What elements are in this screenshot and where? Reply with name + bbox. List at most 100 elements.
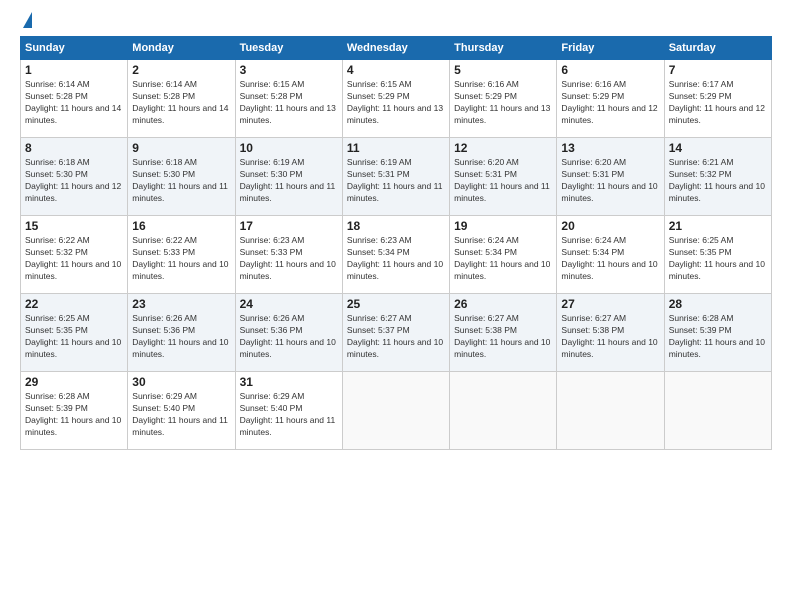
day-cell: 21 Sunrise: 6:25 AM Sunset: 5:35 PM Dayl… bbox=[664, 216, 771, 294]
day-cell: 6 Sunrise: 6:16 AM Sunset: 5:29 PM Dayli… bbox=[557, 60, 664, 138]
day-cell: 30 Sunrise: 6:29 AM Sunset: 5:40 PM Dayl… bbox=[128, 372, 235, 450]
day-cell: 14 Sunrise: 6:21 AM Sunset: 5:32 PM Dayl… bbox=[664, 138, 771, 216]
day-cell: 25 Sunrise: 6:27 AM Sunset: 5:37 PM Dayl… bbox=[342, 294, 449, 372]
logo-triangle-icon bbox=[23, 12, 32, 28]
day-detail: Sunrise: 6:24 AM Sunset: 5:34 PM Dayligh… bbox=[454, 235, 552, 283]
day-number: 9 bbox=[132, 141, 230, 155]
day-cell: 3 Sunrise: 6:15 AM Sunset: 5:28 PM Dayli… bbox=[235, 60, 342, 138]
day-cell: 17 Sunrise: 6:23 AM Sunset: 5:33 PM Dayl… bbox=[235, 216, 342, 294]
header-cell-wednesday: Wednesday bbox=[342, 37, 449, 60]
day-cell: 11 Sunrise: 6:19 AM Sunset: 5:31 PM Dayl… bbox=[342, 138, 449, 216]
header bbox=[20, 16, 772, 28]
day-detail: Sunrise: 6:25 AM Sunset: 5:35 PM Dayligh… bbox=[25, 313, 123, 361]
logo bbox=[20, 16, 32, 28]
day-detail: Sunrise: 6:23 AM Sunset: 5:34 PM Dayligh… bbox=[347, 235, 445, 283]
day-cell bbox=[557, 372, 664, 450]
header-cell-tuesday: Tuesday bbox=[235, 37, 342, 60]
calendar-header: SundayMondayTuesdayWednesdayThursdayFrid… bbox=[21, 37, 772, 60]
day-cell: 10 Sunrise: 6:19 AM Sunset: 5:30 PM Dayl… bbox=[235, 138, 342, 216]
day-detail: Sunrise: 6:23 AM Sunset: 5:33 PM Dayligh… bbox=[240, 235, 338, 283]
day-detail: Sunrise: 6:19 AM Sunset: 5:31 PM Dayligh… bbox=[347, 157, 445, 205]
day-detail: Sunrise: 6:22 AM Sunset: 5:32 PM Dayligh… bbox=[25, 235, 123, 283]
day-detail: Sunrise: 6:29 AM Sunset: 5:40 PM Dayligh… bbox=[132, 391, 230, 439]
day-cell: 5 Sunrise: 6:16 AM Sunset: 5:29 PM Dayli… bbox=[450, 60, 557, 138]
week-row-2: 8 Sunrise: 6:18 AM Sunset: 5:30 PM Dayli… bbox=[21, 138, 772, 216]
day-detail: Sunrise: 6:20 AM Sunset: 5:31 PM Dayligh… bbox=[561, 157, 659, 205]
day-detail: Sunrise: 6:26 AM Sunset: 5:36 PM Dayligh… bbox=[132, 313, 230, 361]
day-cell: 8 Sunrise: 6:18 AM Sunset: 5:30 PM Dayli… bbox=[21, 138, 128, 216]
day-number: 26 bbox=[454, 297, 552, 311]
week-row-3: 15 Sunrise: 6:22 AM Sunset: 5:32 PM Dayl… bbox=[21, 216, 772, 294]
day-detail: Sunrise: 6:18 AM Sunset: 5:30 PM Dayligh… bbox=[25, 157, 123, 205]
day-number: 30 bbox=[132, 375, 230, 389]
day-number: 19 bbox=[454, 219, 552, 233]
day-detail: Sunrise: 6:28 AM Sunset: 5:39 PM Dayligh… bbox=[25, 391, 123, 439]
day-cell: 13 Sunrise: 6:20 AM Sunset: 5:31 PM Dayl… bbox=[557, 138, 664, 216]
day-detail: Sunrise: 6:19 AM Sunset: 5:30 PM Dayligh… bbox=[240, 157, 338, 205]
day-cell: 15 Sunrise: 6:22 AM Sunset: 5:32 PM Dayl… bbox=[21, 216, 128, 294]
calendar-page: SundayMondayTuesdayWednesdayThursdayFrid… bbox=[0, 0, 792, 460]
day-detail: Sunrise: 6:14 AM Sunset: 5:28 PM Dayligh… bbox=[25, 79, 123, 127]
day-cell: 1 Sunrise: 6:14 AM Sunset: 5:28 PM Dayli… bbox=[21, 60, 128, 138]
day-number: 6 bbox=[561, 63, 659, 77]
week-row-1: 1 Sunrise: 6:14 AM Sunset: 5:28 PM Dayli… bbox=[21, 60, 772, 138]
day-detail: Sunrise: 6:15 AM Sunset: 5:29 PM Dayligh… bbox=[347, 79, 445, 127]
day-number: 12 bbox=[454, 141, 552, 155]
day-detail: Sunrise: 6:24 AM Sunset: 5:34 PM Dayligh… bbox=[561, 235, 659, 283]
day-number: 14 bbox=[669, 141, 767, 155]
day-number: 21 bbox=[669, 219, 767, 233]
day-detail: Sunrise: 6:25 AM Sunset: 5:35 PM Dayligh… bbox=[669, 235, 767, 283]
header-row: SundayMondayTuesdayWednesdayThursdayFrid… bbox=[21, 37, 772, 60]
day-number: 1 bbox=[25, 63, 123, 77]
day-cell bbox=[342, 372, 449, 450]
day-number: 22 bbox=[25, 297, 123, 311]
day-cell: 12 Sunrise: 6:20 AM Sunset: 5:31 PM Dayl… bbox=[450, 138, 557, 216]
header-cell-friday: Friday bbox=[557, 37, 664, 60]
day-cell: 31 Sunrise: 6:29 AM Sunset: 5:40 PM Dayl… bbox=[235, 372, 342, 450]
day-cell: 29 Sunrise: 6:28 AM Sunset: 5:39 PM Dayl… bbox=[21, 372, 128, 450]
day-cell: 19 Sunrise: 6:24 AM Sunset: 5:34 PM Dayl… bbox=[450, 216, 557, 294]
header-cell-monday: Monday bbox=[128, 37, 235, 60]
day-cell: 22 Sunrise: 6:25 AM Sunset: 5:35 PM Dayl… bbox=[21, 294, 128, 372]
day-cell: 26 Sunrise: 6:27 AM Sunset: 5:38 PM Dayl… bbox=[450, 294, 557, 372]
day-number: 24 bbox=[240, 297, 338, 311]
day-cell bbox=[664, 372, 771, 450]
day-number: 17 bbox=[240, 219, 338, 233]
day-number: 7 bbox=[669, 63, 767, 77]
week-row-5: 29 Sunrise: 6:28 AM Sunset: 5:39 PM Dayl… bbox=[21, 372, 772, 450]
day-cell: 7 Sunrise: 6:17 AM Sunset: 5:29 PM Dayli… bbox=[664, 60, 771, 138]
header-cell-thursday: Thursday bbox=[450, 37, 557, 60]
day-number: 10 bbox=[240, 141, 338, 155]
day-detail: Sunrise: 6:26 AM Sunset: 5:36 PM Dayligh… bbox=[240, 313, 338, 361]
day-number: 16 bbox=[132, 219, 230, 233]
day-detail: Sunrise: 6:21 AM Sunset: 5:32 PM Dayligh… bbox=[669, 157, 767, 205]
calendar-table: SundayMondayTuesdayWednesdayThursdayFrid… bbox=[20, 36, 772, 450]
day-cell: 9 Sunrise: 6:18 AM Sunset: 5:30 PM Dayli… bbox=[128, 138, 235, 216]
day-detail: Sunrise: 6:14 AM Sunset: 5:28 PM Dayligh… bbox=[132, 79, 230, 127]
day-cell: 23 Sunrise: 6:26 AM Sunset: 5:36 PM Dayl… bbox=[128, 294, 235, 372]
day-detail: Sunrise: 6:27 AM Sunset: 5:37 PM Dayligh… bbox=[347, 313, 445, 361]
week-row-4: 22 Sunrise: 6:25 AM Sunset: 5:35 PM Dayl… bbox=[21, 294, 772, 372]
day-cell: 16 Sunrise: 6:22 AM Sunset: 5:33 PM Dayl… bbox=[128, 216, 235, 294]
day-number: 27 bbox=[561, 297, 659, 311]
day-number: 11 bbox=[347, 141, 445, 155]
day-number: 20 bbox=[561, 219, 659, 233]
day-number: 29 bbox=[25, 375, 123, 389]
day-number: 25 bbox=[347, 297, 445, 311]
day-number: 2 bbox=[132, 63, 230, 77]
day-detail: Sunrise: 6:27 AM Sunset: 5:38 PM Dayligh… bbox=[561, 313, 659, 361]
day-number: 13 bbox=[561, 141, 659, 155]
day-detail: Sunrise: 6:17 AM Sunset: 5:29 PM Dayligh… bbox=[669, 79, 767, 127]
day-detail: Sunrise: 6:22 AM Sunset: 5:33 PM Dayligh… bbox=[132, 235, 230, 283]
day-detail: Sunrise: 6:16 AM Sunset: 5:29 PM Dayligh… bbox=[454, 79, 552, 127]
day-detail: Sunrise: 6:28 AM Sunset: 5:39 PM Dayligh… bbox=[669, 313, 767, 361]
day-detail: Sunrise: 6:20 AM Sunset: 5:31 PM Dayligh… bbox=[454, 157, 552, 205]
day-cell: 24 Sunrise: 6:26 AM Sunset: 5:36 PM Dayl… bbox=[235, 294, 342, 372]
day-cell: 2 Sunrise: 6:14 AM Sunset: 5:28 PM Dayli… bbox=[128, 60, 235, 138]
day-cell bbox=[450, 372, 557, 450]
day-cell: 18 Sunrise: 6:23 AM Sunset: 5:34 PM Dayl… bbox=[342, 216, 449, 294]
day-number: 5 bbox=[454, 63, 552, 77]
header-cell-sunday: Sunday bbox=[21, 37, 128, 60]
day-detail: Sunrise: 6:16 AM Sunset: 5:29 PM Dayligh… bbox=[561, 79, 659, 127]
day-number: 31 bbox=[240, 375, 338, 389]
